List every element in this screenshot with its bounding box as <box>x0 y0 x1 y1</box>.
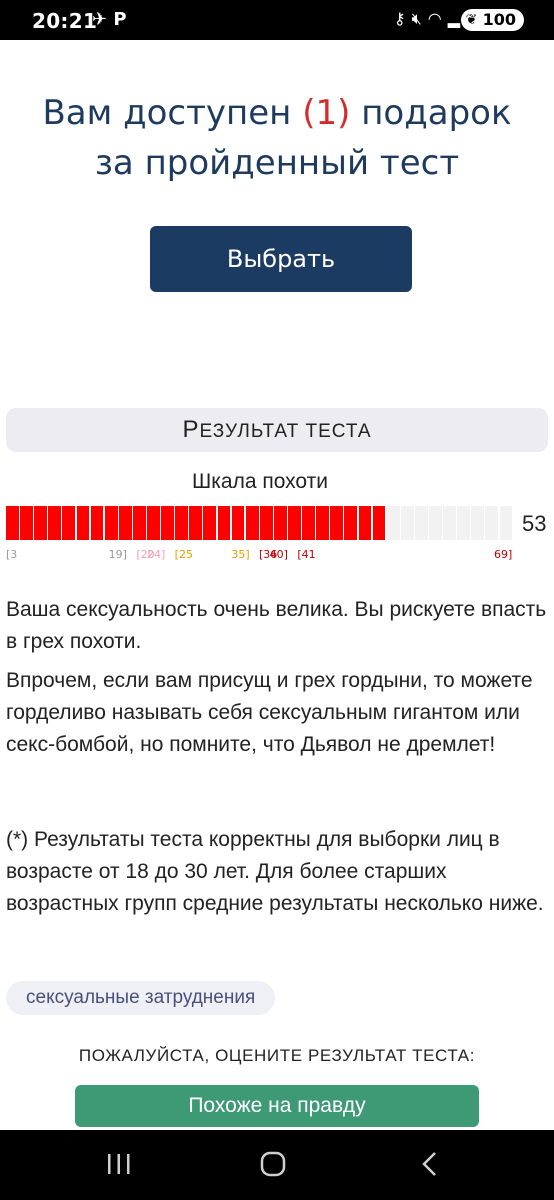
result-paragraph-2: Впрочем, если вам присущ и грех гордыни,… <box>6 669 533 756</box>
status-bar: 20:21 ✈ P ⚷🔇︎◠▂ ❦ 100 <box>0 0 554 40</box>
battery-level: 100 <box>482 10 516 29</box>
scale-segment-filled <box>358 506 372 540</box>
mute-icon: 🔇︎ <box>411 9 428 28</box>
telegram-icon: ✈ <box>92 9 108 30</box>
scale-segment-filled <box>20 506 33 540</box>
scale-segment-filled <box>48 506 62 540</box>
status-time: 20:21 <box>32 9 98 33</box>
scale-segment-filled <box>316 506 330 540</box>
scale-segment-filled <box>189 506 203 540</box>
scale-segment-filled <box>147 506 160 540</box>
scale-segment-empty <box>443 506 456 540</box>
scale-segment-filled <box>104 506 118 540</box>
scale-segment-filled <box>62 506 76 540</box>
choose-gift-button[interactable]: Выбрать <box>150 226 412 292</box>
result-header-first-letter: Р <box>182 416 200 443</box>
result-footnote: (*) Результаты теста корректны для выбор… <box>6 828 544 915</box>
recent-apps-icon[interactable] <box>99 1148 139 1180</box>
home-icon[interactable] <box>253 1148 293 1180</box>
scale-segment-filled <box>118 506 132 540</box>
scale-segment-filled <box>217 506 231 540</box>
scale-segment-filled <box>161 506 174 540</box>
scale-segment-filled <box>330 506 344 540</box>
wifi-icon: ◠ <box>427 9 448 28</box>
rate-label: ПОЖАЛУЙСТА, ОЦЕНИТЕ РЕЗУЛЬТАТ ТЕСТА: <box>78 1046 476 1065</box>
scale-segment-empty <box>414 506 428 540</box>
scale-segment-filled <box>90 506 104 540</box>
scale-tick-label: 40] <box>269 548 288 561</box>
scale-title: Шкала похоти <box>192 470 328 493</box>
scale-tick-label: 19] <box>108 548 127 561</box>
gift-title-before: Вам доступен <box>42 93 303 133</box>
lust-scale-bar <box>6 506 514 540</box>
scale-ticks: [3 19] [20 24] [25 35] [36 40] [41 69] <box>6 548 526 564</box>
scale-segment-empty <box>400 506 414 540</box>
scale-segment-filled <box>34 506 48 540</box>
scale-segment-empty <box>386 506 400 540</box>
battery-indicator: ❦ 100 <box>460 9 524 31</box>
scale-tick-label: 69] <box>494 548 513 561</box>
scale-segment-filled <box>245 506 259 540</box>
result-header-rest: езультат теста <box>199 421 372 442</box>
scale-segment-filled <box>231 506 245 540</box>
navigation-bar <box>0 1130 554 1200</box>
scale-segment-filled <box>259 506 273 540</box>
gift-title: Вам доступен (1) подарок за пройденный т… <box>0 88 554 188</box>
rate-plausible-button[interactable]: Похоже на правду <box>75 1085 479 1127</box>
scale-segment-filled <box>76 506 90 540</box>
scale-segment-filled <box>6 506 19 540</box>
gift-title-after: подарок <box>350 93 512 133</box>
scale-segment-empty <box>457 506 471 540</box>
scale-segment-empty <box>429 506 442 540</box>
tag-sexual-difficulties[interactable]: сексуальные затруднения <box>6 981 276 1015</box>
scale-segment-filled <box>302 506 315 540</box>
scale-segment-empty <box>499 506 513 540</box>
scale-segment-filled <box>273 506 287 540</box>
scale-segment-empty <box>471 506 485 540</box>
key-icon: ⚷ <box>393 9 412 28</box>
scale-segment-filled <box>203 506 217 540</box>
gift-title-line2: за пройденный тест <box>94 143 460 183</box>
scale-tick-label: [25 <box>174 548 193 561</box>
status-right-icons: ⚷🔇︎◠▂ <box>394 9 466 29</box>
scale-segment-filled <box>288 506 301 540</box>
result-header: Результат теста <box>6 408 548 452</box>
scale-tick-label: [41 <box>297 548 316 561</box>
scale-segment-filled <box>344 506 358 540</box>
scale-tick-label: 35] <box>231 548 250 561</box>
scale-segment-filled <box>175 506 189 540</box>
battery-saver-icon: ❦ <box>465 12 478 28</box>
scale-segment-empty <box>485 506 499 540</box>
scale-tick-label: [3 <box>6 548 18 561</box>
scale-segment-filled <box>132 506 146 540</box>
gift-count: (1) <box>302 93 351 133</box>
p-app-icon: P <box>113 9 127 30</box>
scale-tick-label: 24] <box>147 548 166 561</box>
back-icon[interactable] <box>410 1148 450 1180</box>
status-left-icons: ✈ P <box>92 9 127 30</box>
result-paragraph-1: Ваша сексуальность очень велика. Вы риск… <box>6 598 547 653</box>
scale-segment-filled <box>372 506 386 540</box>
scale-value: 53 <box>522 511 547 536</box>
